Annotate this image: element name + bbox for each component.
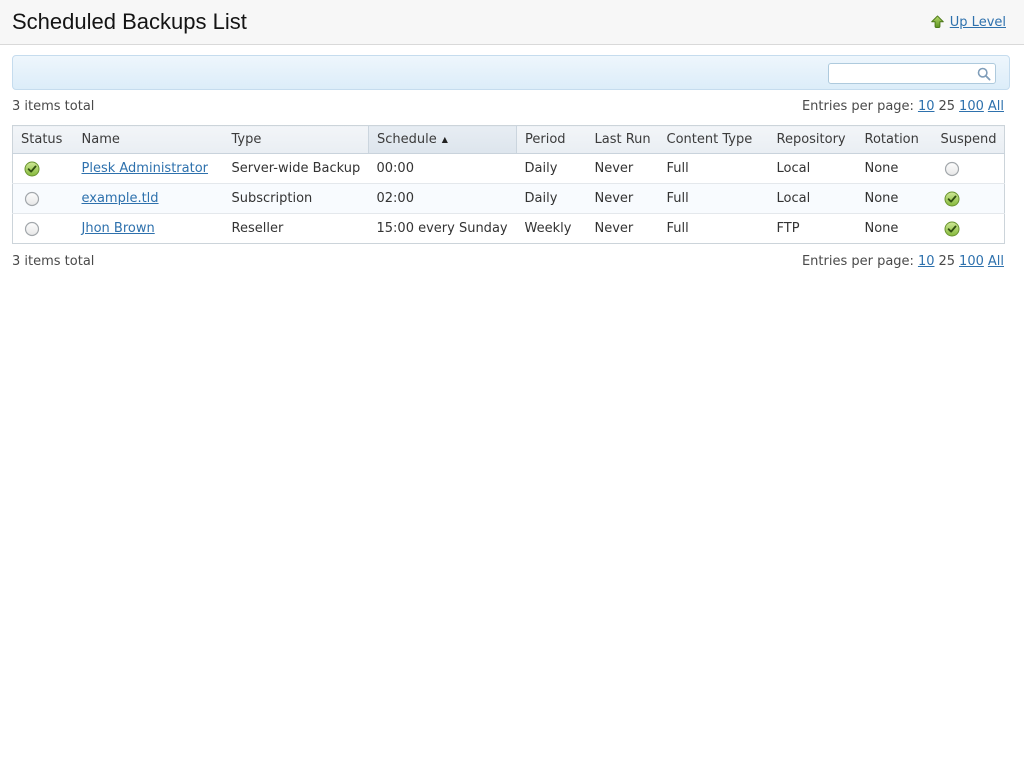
schedule-cell: 15:00 every Sunday	[376, 221, 508, 236]
status-inactive-icon	[24, 191, 66, 207]
type-cell: Reseller	[231, 221, 284, 236]
table-row: example.tld Subscription 02:00 Daily Nev…	[12, 183, 1005, 214]
list-meta-top: 3 items total Entries per page: 10 25 100 Al…	[12, 99, 1004, 114]
col-header-period[interactable]: Period	[516, 125, 587, 154]
col-header-repository[interactable]: Repository	[768, 125, 857, 154]
search-input[interactable]	[828, 63, 996, 84]
period-cell: Daily	[524, 191, 558, 206]
table-header-row: Status Name Type Schedule ▲ Period Last R…	[12, 125, 1005, 154]
sort-ascending-icon: ▲	[441, 135, 448, 144]
backup-name-link[interactable]: Jhon Brown	[82, 221, 155, 236]
schedule-cell: 00:00	[376, 161, 414, 176]
entries-per-page-25: 25	[938, 99, 956, 114]
last-run-cell: Never	[594, 161, 634, 176]
entries-per-page-all[interactable]: All	[988, 254, 1004, 269]
content-type-cell: Full	[666, 161, 689, 176]
items-total: 3 items total	[12, 99, 95, 114]
list-meta-bottom: 3 items total Entries per page: 10 25 100 Al…	[12, 254, 1004, 269]
status-cell	[13, 184, 74, 214]
col-header-name[interactable]: Name	[73, 125, 224, 154]
schedule-cell: 02:00	[376, 191, 414, 206]
suspend-cell	[933, 214, 1005, 244]
entries-per-page: Entries per page: 10 25 100 All	[802, 254, 1004, 269]
toolbar	[12, 55, 1010, 90]
table-row: Jhon Brown Reseller 15:00 every Sunday W…	[12, 213, 1005, 244]
period-cell: Daily	[524, 161, 558, 176]
backup-name-link[interactable]: Plesk Administrator	[82, 161, 209, 176]
suspend-checked-icon[interactable]	[943, 191, 997, 207]
up-level[interactable]: Up Level	[930, 15, 1006, 30]
type-cell: Server-wide Backup	[231, 161, 361, 176]
period-cell: Weekly	[524, 221, 572, 236]
up-level-icon	[930, 14, 945, 30]
type-cell: Subscription	[231, 191, 313, 206]
col-header-status[interactable]: Status	[12, 125, 74, 154]
entries-per-page-100[interactable]: 100	[959, 99, 984, 114]
status-active-icon	[24, 161, 66, 177]
table-row: Plesk Administrator Server-wide Backup 0…	[13, 154, 1005, 184]
status-inactive-icon	[24, 221, 66, 237]
entries-per-page-25: 25	[938, 254, 956, 269]
content-type-cell: Full	[666, 191, 689, 206]
name-cell: Plesk Administrator	[74, 154, 224, 184]
backups-table: Status Name Type Schedule ▲ Period Last R…	[12, 125, 1005, 244]
suspend-checked-icon[interactable]	[943, 221, 997, 237]
entries-per-page-label: Entries per page:	[801, 99, 914, 114]
col-header-rotation[interactable]: Rotation	[856, 125, 933, 154]
suspend-cell	[933, 184, 1005, 214]
repository-cell: Local	[776, 161, 811, 176]
repository-cell: Local	[776, 191, 811, 206]
suspend-cell	[933, 154, 1005, 184]
entries-per-page-all[interactable]: All	[988, 99, 1004, 114]
items-total: 3 items total	[12, 254, 95, 269]
status-cell	[13, 154, 74, 184]
page-title: Scheduled Backups List	[12, 9, 247, 34]
last-run-cell: Never	[594, 191, 634, 206]
name-cell: example.tld	[74, 184, 224, 214]
name-cell: Jhon Brown	[74, 214, 224, 244]
entries-per-page-label: Entries per page:	[801, 254, 914, 269]
entries-per-page-10[interactable]: 10	[918, 99, 935, 114]
col-header-content-type[interactable]: Content Type	[658, 125, 769, 154]
up-level-link[interactable]: Up Level	[950, 15, 1006, 30]
col-header-type[interactable]: Type	[223, 125, 369, 154]
suspend-unchecked-icon[interactable]	[944, 161, 997, 177]
backup-name-link[interactable]: example.tld	[82, 191, 159, 206]
entries-per-page-10[interactable]: 10	[918, 254, 935, 269]
status-cell	[13, 214, 74, 244]
backups-table-wrap: Status Name Type Schedule ▲ Period Last R…	[12, 125, 1005, 244]
col-header-suspend[interactable]: Suspend	[932, 125, 1005, 154]
search-box	[828, 63, 996, 84]
col-header-schedule[interactable]: Schedule ▲	[368, 125, 517, 154]
col-header-last-run[interactable]: Last Run	[586, 125, 659, 154]
content-type-cell: Full	[666, 221, 689, 236]
last-run-cell: Never	[594, 221, 634, 236]
entries-per-page: Entries per page: 10 25 100 All	[802, 99, 1004, 114]
rotation-cell: None	[864, 191, 899, 206]
page-header: Scheduled Backups List Up Level	[0, 0, 1024, 45]
rotation-cell: None	[864, 161, 899, 176]
repository-cell: FTP	[776, 221, 800, 236]
rotation-cell: None	[864, 221, 899, 236]
entries-per-page-100[interactable]: 100	[959, 254, 984, 269]
